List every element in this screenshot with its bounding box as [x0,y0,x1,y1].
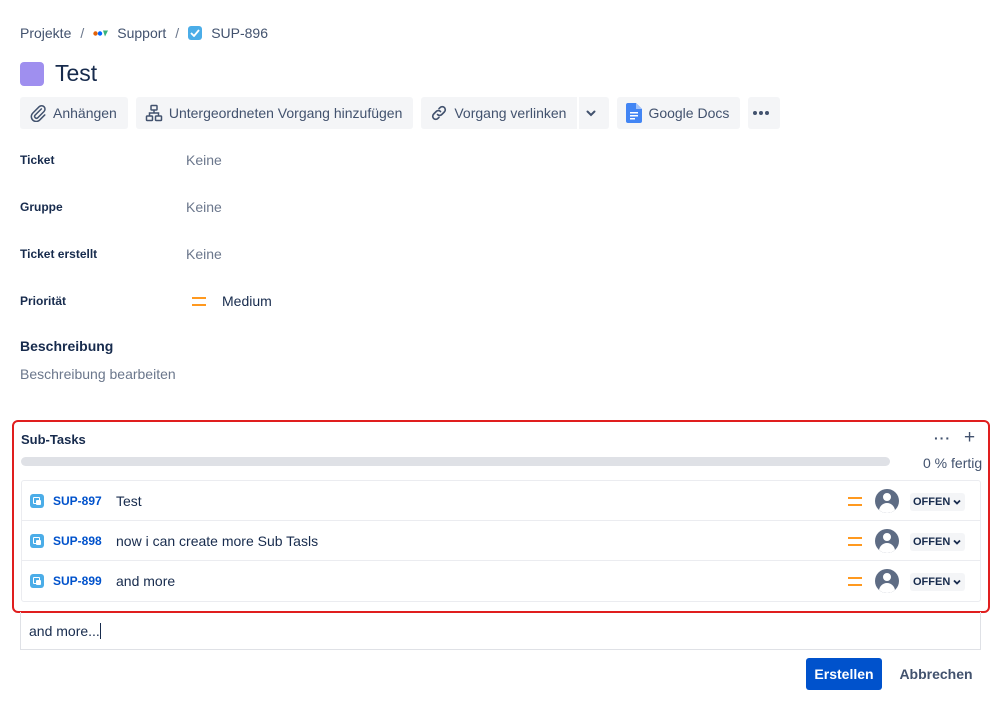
subtask-summary[interactable]: now i can create more Sub Tasls [116,533,318,549]
new-subtask-text: and more... [29,623,100,639]
link-icon [432,105,447,121]
task-type-icon [188,26,203,40]
text-cursor [99,623,101,639]
breadcrumb-separator: / [175,25,180,41]
subtasks-progress-bar [21,457,890,466]
medium-priority-icon [848,497,862,506]
chevron-down-icon [953,539,961,545]
google-docs-icon [626,103,643,123]
chevron-down-icon [586,110,596,117]
attach-button[interactable]: Anhängen [20,97,128,129]
attach-button-label: Anhängen [53,105,117,121]
issue-type-icon[interactable] [20,61,44,86]
subtask-type-icon [30,533,44,548]
status-label: OFFEN [913,576,951,588]
breadcrumb-separator: / [80,25,85,41]
status-label: OFFEN [913,496,951,508]
status-dropdown[interactable]: OFFEN [910,493,966,511]
subtask-key-link[interactable]: SUP-899 [53,574,116,588]
field-value[interactable]: Keine [186,199,222,215]
medium-priority-icon [192,296,206,306]
field-label: Priorität [20,294,67,308]
add-child-issue-label: Untergeordneten Vorgang hinzufügen [168,105,403,121]
subtask-summary[interactable]: Test [116,493,142,509]
subtasks-list: SUP-897 Test OFFEN SUP-898 now i can cre… [21,480,981,602]
subtask-type-icon [30,574,44,588]
priority-value[interactable]: Medium [186,293,272,309]
medium-priority-icon [848,537,862,546]
description-editor[interactable]: Beschreibung bearbeiten [20,366,176,382]
breadcrumb-projects-link[interactable]: Projekte [20,25,71,41]
add-child-issue-button[interactable]: Untergeordneten Vorgang hinzufügen [135,97,414,129]
subtask-key-link[interactable]: SUP-898 [53,534,116,548]
google-docs-label: Google Docs [648,105,730,121]
project-logo-icon [93,28,109,38]
status-label: OFFEN [913,536,951,548]
field-label: Gruppe [20,200,63,214]
issue-toolbar: Anhängen Untergeordneten Vorgang hinzufü… [20,97,788,129]
chevron-down-icon [953,579,961,585]
subtasks-more-button[interactable]: ··· [934,430,951,446]
create-button[interactable]: Erstellen [806,658,882,690]
link-issue-button[interactable]: Vorgang verlinken [421,97,578,129]
breadcrumb: Projekte / Support / SUP-896 [20,24,268,42]
new-subtask-input[interactable]: and more... [20,612,981,650]
chevron-down-icon [953,499,961,505]
assignee-avatar-icon[interactable] [875,569,899,593]
more-icon [753,111,770,115]
subtasks-progress-text: 0 % fertig [923,455,983,471]
add-subtask-button[interactable]: + [964,427,975,449]
subtask-row[interactable]: SUP-897 Test OFFEN [22,481,980,521]
hierarchy-icon [145,104,163,122]
issue-title[interactable]: Test [55,60,97,87]
issue-header: Test [20,60,97,87]
field-ticket: Ticket Keine [20,152,222,168]
field-label: Ticket [20,153,55,167]
subtask-summary[interactable]: and more [116,573,175,589]
paperclip-icon [30,104,46,122]
status-dropdown[interactable]: OFFEN [910,533,966,551]
field-value[interactable]: Keine [186,152,222,168]
subtask-key-link[interactable]: SUP-897 [53,494,116,508]
subtask-type-icon [30,493,44,508]
subtasks-panel: Sub-Tasks ··· + 0 % fertig SUP-897 Test … [12,420,990,613]
priority-label: Medium [222,293,272,309]
google-docs-button[interactable]: Google Docs [617,97,741,129]
assignee-avatar-icon[interactable] [875,489,899,513]
link-issue-dropdown-button[interactable] [579,97,610,129]
cancel-button[interactable]: Abbrechen [893,658,979,690]
assignee-avatar-icon[interactable] [875,529,899,553]
description-heading: Beschreibung [20,338,114,354]
more-actions-button[interactable] [748,97,781,129]
field-priority: Priorität Medium [20,293,272,309]
medium-priority-icon [848,577,862,586]
field-label: Ticket erstellt [20,247,98,261]
field-value[interactable]: Keine [186,246,222,262]
subtasks-title: Sub-Tasks [21,432,86,447]
breadcrumb-project-link[interactable]: Support [117,25,166,41]
field-ticket-created: Ticket erstellt Keine [20,246,222,262]
status-dropdown[interactable]: OFFEN [910,573,966,591]
breadcrumb-issue-link[interactable]: SUP-896 [211,25,268,41]
subtask-row[interactable]: SUP-899 and more OFFEN [22,561,980,601]
field-group: Gruppe Keine [20,199,222,215]
subtask-row[interactable]: SUP-898 now i can create more Sub Tasls … [22,521,980,561]
link-issue-label: Vorgang verlinken [454,105,567,121]
